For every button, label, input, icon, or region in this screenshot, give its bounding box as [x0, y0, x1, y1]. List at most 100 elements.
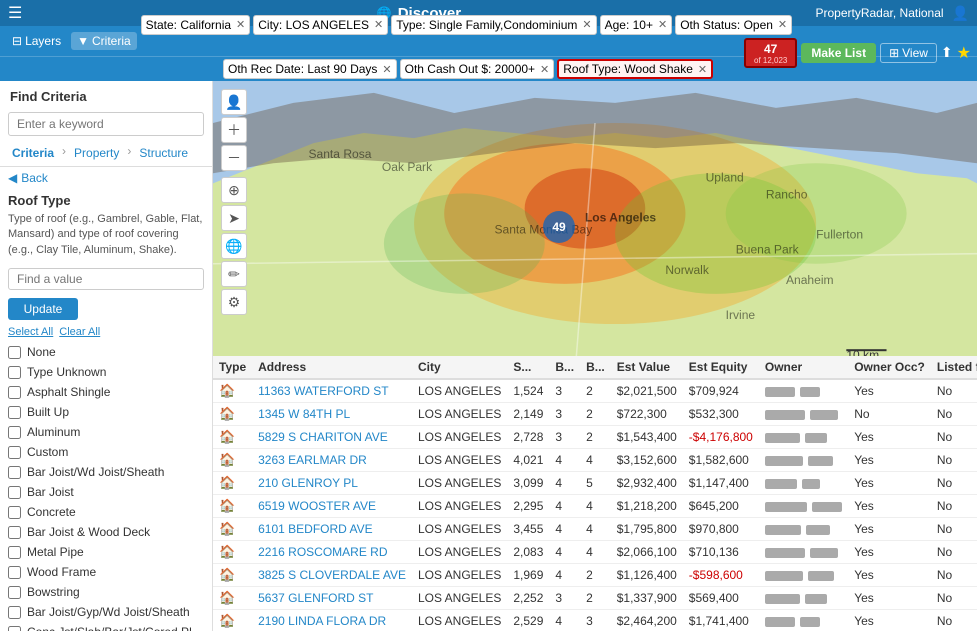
checkbox-12[interactable]: [8, 586, 21, 599]
cell-type: 🏠: [213, 472, 252, 495]
settings-button[interactable]: ⚙: [221, 289, 247, 315]
cell-address: 1345 W 84TH PL: [252, 403, 412, 426]
back-arrow-icon: ◀: [8, 171, 17, 185]
table-row[interactable]: 🏠 5829 S CHARITON AVE LOS ANGELES 2,728 …: [213, 426, 977, 449]
cell-est-equity: $532,300: [683, 403, 759, 426]
table-row[interactable]: 🏠 11363 WATERFORD ST LOS ANGELES 1,524 3…: [213, 379, 977, 403]
map-svg: Los Angeles Santa Rosa Oak Park Upland R…: [213, 81, 977, 356]
chip-age[interactable]: Age: 10+ ✕: [600, 15, 673, 35]
keyword-search-input[interactable]: [8, 112, 204, 136]
chip-city-remove[interactable]: ✕: [374, 18, 383, 31]
cell-sqft: 3,099: [507, 472, 549, 495]
checkbox-8[interactable]: [8, 506, 21, 519]
cell-type: 🏠: [213, 495, 252, 518]
checkbox-7[interactable]: [8, 486, 21, 499]
map-area: Los Angeles Santa Rosa Oak Park Upland R…: [213, 81, 977, 356]
back-button[interactable]: ◀ Back: [0, 167, 212, 189]
col-beds: B...: [549, 356, 580, 379]
table-row[interactable]: 🏠 3263 EARLMAR DR LOS ANGELES 4,021 4 4 …: [213, 449, 977, 472]
table-body: 🏠 11363 WATERFORD ST LOS ANGELES 1,524 3…: [213, 379, 977, 631]
zoom-out-button[interactable]: －: [221, 145, 247, 171]
cell-est-equity: $710,136: [683, 541, 759, 564]
cell-listed: No: [931, 472, 977, 495]
tab-structure[interactable]: Structure: [135, 144, 192, 162]
select-all-link[interactable]: Select All: [8, 326, 53, 338]
find-value-input[interactable]: [8, 268, 204, 290]
cell-owner-occ: Yes: [848, 587, 931, 610]
tab-property[interactable]: Property: [70, 144, 123, 162]
checkbox-1[interactable]: [8, 366, 21, 379]
checkbox-item: Custom: [0, 442, 212, 462]
chip-age-remove[interactable]: ✕: [658, 18, 667, 31]
checkbox-5[interactable]: [8, 446, 21, 459]
chip-rec-date-remove[interactable]: ✕: [382, 63, 391, 76]
checkbox-14[interactable]: [8, 626, 21, 631]
table-row[interactable]: 🏠 2190 LINDA FLORA DR LOS ANGELES 2,529 …: [213, 610, 977, 631]
chip-rec-date[interactable]: Oth Rec Date: Last 90 Days ✕: [223, 59, 397, 79]
checkbox-0[interactable]: [8, 346, 21, 359]
chip-status-remove[interactable]: ✕: [778, 18, 787, 31]
cell-beds: 3: [549, 587, 580, 610]
checkbox-6[interactable]: [8, 466, 21, 479]
chip-status[interactable]: Oth Status: Open ✕: [675, 15, 792, 35]
cell-address: 11363 WATERFORD ST: [252, 379, 412, 403]
chip-roof-type[interactable]: Roof Type: Wood Shake ✕: [557, 59, 713, 79]
cell-listed: No: [931, 587, 977, 610]
table-row[interactable]: 🏠 6101 BEDFORD AVE LOS ANGELES 3,455 4 4…: [213, 518, 977, 541]
checkbox-10[interactable]: [8, 546, 21, 559]
zoom-in-button[interactable]: ＋: [221, 117, 247, 143]
chip-roof-type-remove[interactable]: ✕: [698, 63, 707, 76]
chip-cash-out[interactable]: Oth Cash Out $: 20000+ ✕: [400, 59, 555, 79]
cell-baths: 4: [580, 518, 611, 541]
cell-listed: No: [931, 564, 977, 587]
table-row[interactable]: 🏠 2216 ROSCOMARE RD LOS ANGELES 2,083 4 …: [213, 541, 977, 564]
cell-owner: [759, 379, 848, 403]
checkbox-9[interactable]: [8, 526, 21, 539]
chip-type[interactable]: Type: Single Family,Condominium ✕: [391, 15, 596, 35]
table-row[interactable]: 🏠 5637 GLENFORD ST LOS ANGELES 2,252 3 2…: [213, 587, 977, 610]
checkbox-11[interactable]: [8, 566, 21, 579]
hamburger-icon[interactable]: ☰: [8, 3, 22, 23]
svg-text:10 km: 10 km: [846, 348, 879, 356]
person-location-button[interactable]: 👤: [221, 89, 247, 115]
cell-est-equity: $569,400: [683, 587, 759, 610]
draw-button[interactable]: ✏: [221, 261, 247, 287]
results-table: Type Address City S... B... B... Est Val…: [213, 356, 977, 631]
cell-type: 🏠: [213, 564, 252, 587]
navigate-button[interactable]: ➤: [221, 205, 247, 231]
chip-state-remove[interactable]: ✕: [236, 18, 245, 31]
update-button[interactable]: Update: [8, 298, 78, 320]
globe-view-button[interactable]: 🌐: [221, 233, 247, 259]
layers-button[interactable]: ⊟ Layers: [6, 32, 67, 50]
home-icon: 🏠: [219, 383, 235, 398]
cell-beds: 3: [549, 379, 580, 403]
checkbox-13[interactable]: [8, 606, 21, 619]
chip-cash-out-remove[interactable]: ✕: [540, 63, 549, 76]
cell-listed: No: [931, 403, 977, 426]
chip-type-remove[interactable]: ✕: [582, 18, 591, 31]
cell-listed: No: [931, 449, 977, 472]
cell-est-equity: -$4,176,800: [683, 426, 759, 449]
checkbox-2[interactable]: [8, 386, 21, 399]
tab-criteria[interactable]: Criteria: [8, 144, 58, 162]
location-button[interactable]: ⊕: [221, 177, 247, 203]
chip-state[interactable]: State: California ✕: [141, 15, 251, 35]
results-table-container: Type Address City S... B... B... Est Val…: [213, 356, 977, 631]
chip-city[interactable]: City: LOS ANGELES ✕: [253, 15, 388, 35]
checkbox-item: Wood Frame: [0, 562, 212, 582]
clear-all-link[interactable]: Clear All: [59, 326, 100, 338]
checkbox-4[interactable]: [8, 426, 21, 439]
table-row[interactable]: 🏠 210 GLENROY PL LOS ANGELES 3,099 4 5 $…: [213, 472, 977, 495]
table-row[interactable]: 🏠 6519 WOOSTER AVE LOS ANGELES 2,295 4 4…: [213, 495, 977, 518]
cell-baths: 2: [580, 403, 611, 426]
criteria-button[interactable]: ▼ Criteria: [71, 32, 137, 50]
cell-listed: No: [931, 541, 977, 564]
cell-owner: [759, 472, 848, 495]
checkbox-3[interactable]: [8, 406, 21, 419]
home-icon: 🏠: [219, 613, 235, 628]
cell-est-value: $2,464,200: [611, 610, 683, 631]
table-row[interactable]: 🏠 3825 S CLOVERDALE AVE LOS ANGELES 1,96…: [213, 564, 977, 587]
cell-city: LOS ANGELES: [412, 426, 507, 449]
table-row[interactable]: 🏠 1345 W 84TH PL LOS ANGELES 2,149 3 2 $…: [213, 403, 977, 426]
cell-est-equity: $709,924: [683, 379, 759, 403]
